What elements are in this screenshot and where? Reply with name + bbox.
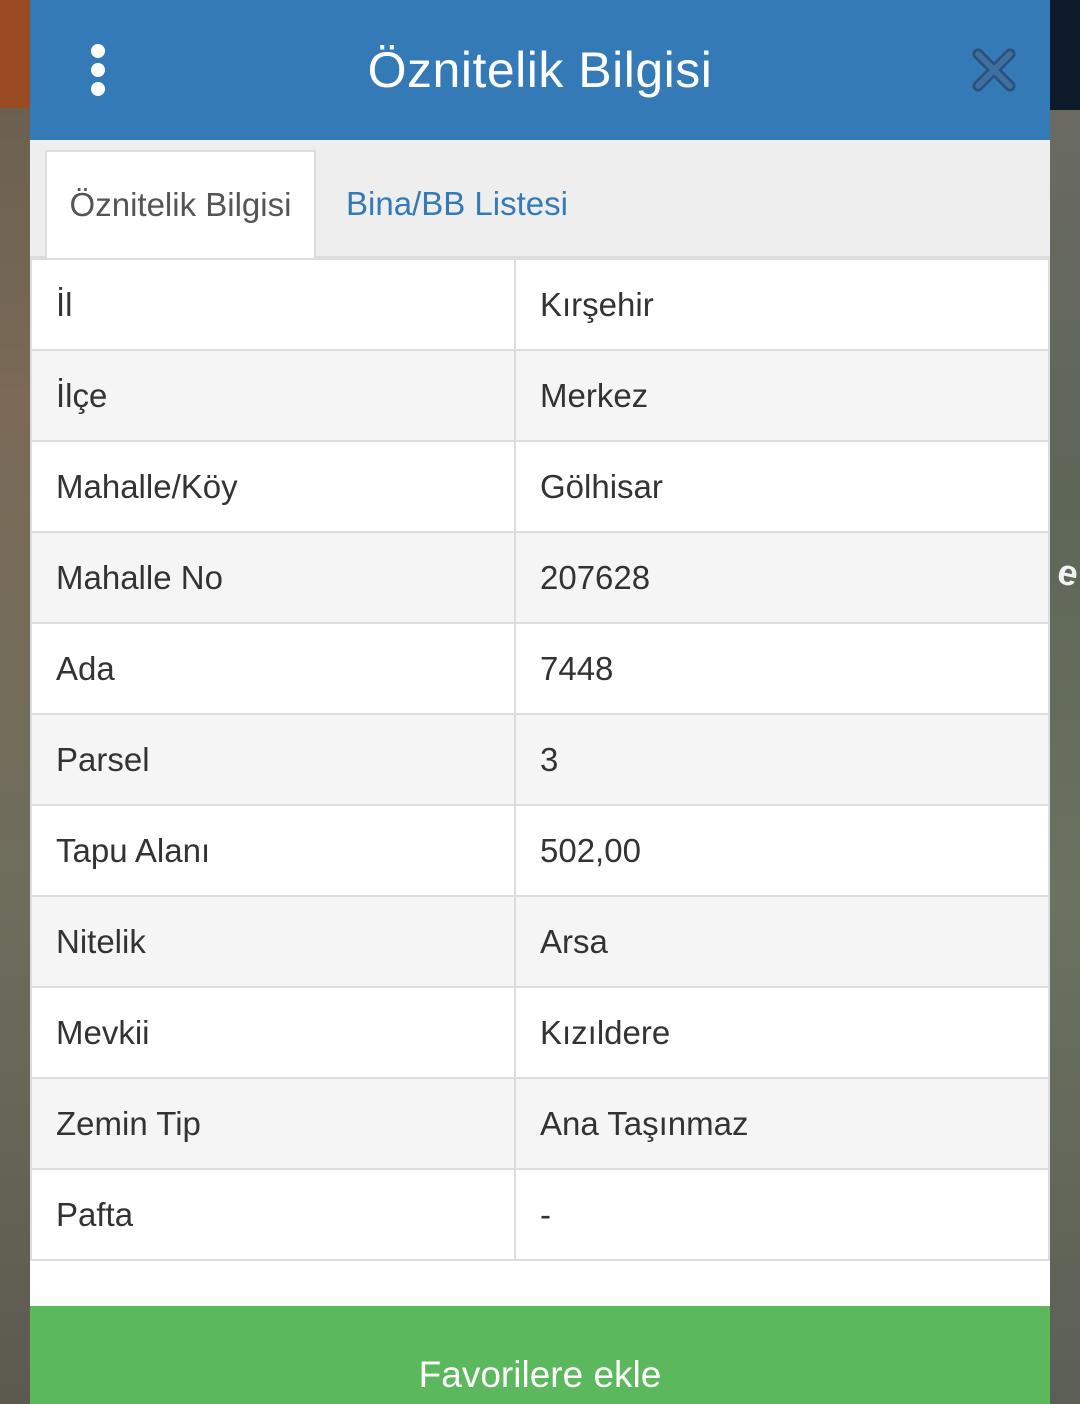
menu-button[interactable] <box>80 44 116 96</box>
add-to-favorites-label: Favorilere ekle <box>418 1354 662 1395</box>
add-to-favorites-button[interactable]: Favorilere ekle <box>30 1306 1050 1404</box>
table-row: Mahalle No 207628 <box>30 531 1050 624</box>
tab-label: Bina/BB Listesi <box>346 185 568 222</box>
close-icon <box>972 48 1016 92</box>
table-row: Parsel 3 <box>30 713 1050 806</box>
tab-label: Öznitelik Bilgisi <box>69 186 292 223</box>
attribute-value: 7448 <box>514 622 1050 715</box>
table-row: İl Kırşehir <box>30 258 1050 351</box>
attribute-label: Parsel <box>30 713 516 806</box>
attribute-label: Mahalle No <box>30 531 516 624</box>
attribute-table: İl Kırşehir İlçe Merkez Mahalle/Köy Gölh… <box>30 258 1050 1261</box>
attribute-value: 3 <box>514 713 1050 806</box>
map-right-edge[interactable] <box>1050 0 1080 1404</box>
more-vertical-icon <box>91 44 105 96</box>
attribute-info-dialog: Öznitelik Bilgisi Öznitelik Bilgisi Bina… <box>30 0 1050 1404</box>
table-row: İlçe Merkez <box>30 349 1050 442</box>
attribute-value: 502,00 <box>514 804 1050 897</box>
table-row: Mevkii Kızıldere <box>30 986 1050 1079</box>
close-button[interactable] <box>972 48 1016 92</box>
table-row: Zemin Tip Ana Taşınmaz <box>30 1077 1050 1170</box>
attribute-label: Ada <box>30 622 516 715</box>
dialog-header: Öznitelik Bilgisi <box>30 0 1050 140</box>
map-left-edge[interactable] <box>0 0 30 1404</box>
attribute-value: Arsa <box>514 895 1050 988</box>
table-row: Ada 7448 <box>30 622 1050 715</box>
attribute-label: Mevkii <box>30 986 516 1079</box>
attribute-label: Mahalle/Köy <box>30 440 516 533</box>
table-row: Tapu Alanı 502,00 <box>30 804 1050 897</box>
dialog-title: Öznitelik Bilgisi <box>367 42 713 98</box>
attribute-value: Kırşehir <box>514 258 1050 351</box>
tab-attribute-info[interactable]: Öznitelik Bilgisi <box>45 150 316 258</box>
attribute-label: Zemin Tip <box>30 1077 516 1170</box>
attribute-label: Tapu Alanı <box>30 804 516 897</box>
tab-bar: Öznitelik Bilgisi Bina/BB Listesi <box>30 140 1050 258</box>
table-row: Pafta - <box>30 1168 1050 1261</box>
attribute-value: - <box>514 1168 1050 1261</box>
tab-building-list[interactable]: Bina/BB Listesi <box>346 150 568 258</box>
table-row: Mahalle/Köy Gölhisar <box>30 440 1050 533</box>
attribute-value: Kızıldere <box>514 986 1050 1079</box>
attribute-value: Merkez <box>514 349 1050 442</box>
attribute-value: Ana Taşınmaz <box>514 1077 1050 1170</box>
attribute-label: İl <box>30 258 516 351</box>
attribute-value: Gölhisar <box>514 440 1050 533</box>
attribute-label: Nitelik <box>30 895 516 988</box>
attribute-value: 207628 <box>514 531 1050 624</box>
attribute-label: İlçe <box>30 349 516 442</box>
attribute-label: Pafta <box>30 1168 516 1261</box>
table-row: Nitelik Arsa <box>30 895 1050 988</box>
